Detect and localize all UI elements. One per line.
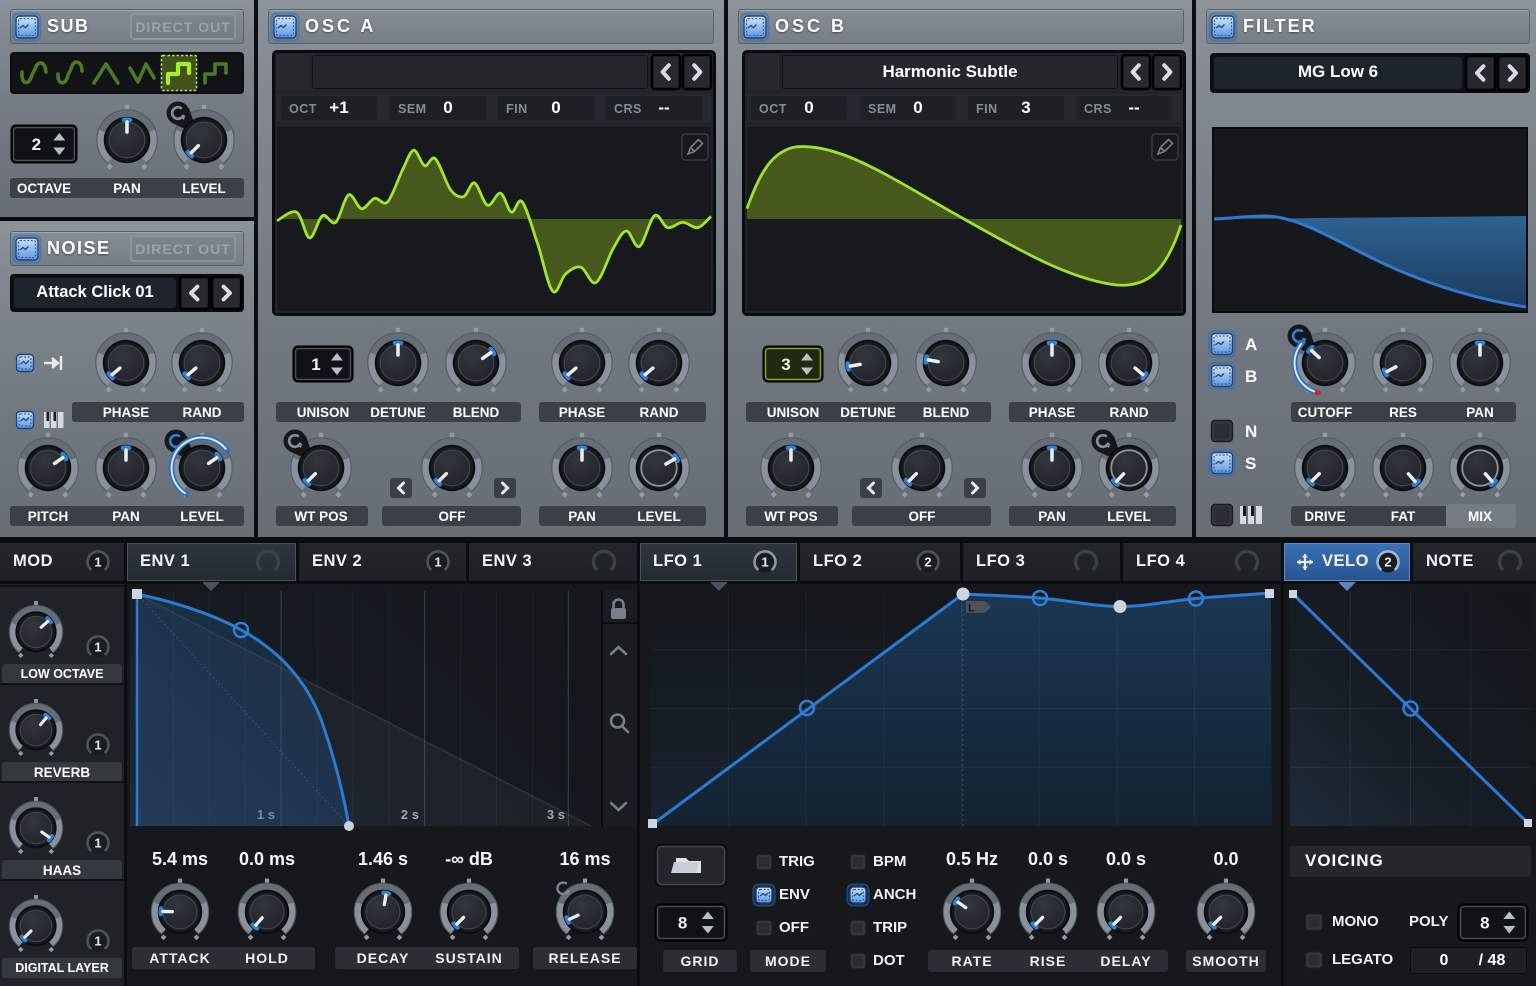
- svg-text:2: 2: [32, 135, 41, 154]
- svg-text:1: 1: [311, 355, 320, 374]
- svg-text:2: 2: [924, 555, 931, 570]
- svg-text:1: 1: [94, 738, 101, 753]
- svg-text:1: 1: [94, 934, 101, 949]
- svg-text:1: 1: [761, 555, 768, 570]
- svg-text:1: 1: [94, 640, 101, 655]
- svg-text:1: 1: [94, 836, 101, 851]
- svg-text:1: 1: [434, 555, 441, 570]
- svg-text:2: 2: [1384, 555, 1391, 570]
- svg-text:1: 1: [94, 555, 101, 570]
- svg-text:A: A: [1245, 335, 1257, 354]
- svg-text:N: N: [1245, 422, 1257, 441]
- svg-text:8: 8: [1480, 914, 1489, 933]
- svg-text:8: 8: [678, 914, 687, 933]
- svg-text:B: B: [1245, 367, 1257, 386]
- svg-text:S: S: [1245, 454, 1256, 473]
- svg-text:3: 3: [781, 355, 790, 374]
- svg-text:L: L: [968, 603, 975, 615]
